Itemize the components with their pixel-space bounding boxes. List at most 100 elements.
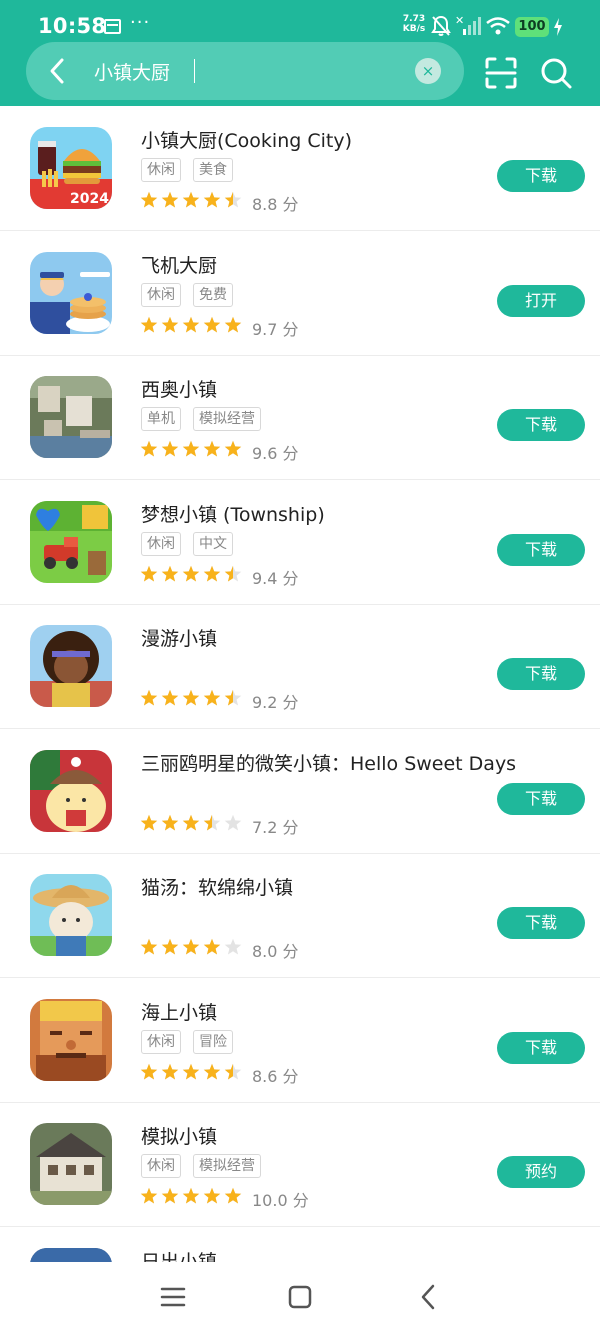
rating-stars xyxy=(140,1063,242,1081)
star-full-icon xyxy=(203,191,221,208)
star-half-icon xyxy=(224,1063,242,1079)
search-input[interactable]: 小镇大厨 xyxy=(94,58,170,85)
star-full-icon xyxy=(140,1063,158,1079)
search-bar[interactable]: 小镇大厨 × xyxy=(26,42,464,100)
star-full-icon xyxy=(161,191,179,208)
rating-score: 8.8 分 xyxy=(252,195,299,214)
star-half-icon xyxy=(224,565,242,581)
rating-score: 9.7 分 xyxy=(252,319,299,339)
rating-score: 9.6 分 xyxy=(252,444,299,463)
reserve-button[interactable]: 预约 xyxy=(497,1156,585,1188)
net-speed-value: 7.73 xyxy=(402,14,426,24)
charging-icon xyxy=(554,18,562,36)
app-tag: 休闲 xyxy=(141,282,181,307)
app-icon[interactable] xyxy=(30,1123,112,1205)
app-result-row[interactable]: 西奥小镇 单机 模拟经营 9.6 分 下载 xyxy=(0,356,600,480)
app-icon[interactable] xyxy=(30,874,112,956)
app-result-row[interactable]: 梦想小镇 (Township) 休闲 中文 9.4 分 下载 xyxy=(0,481,600,605)
rating-stars xyxy=(140,316,242,334)
star-full-icon xyxy=(140,689,158,706)
app-name[interactable]: 飞机大厨 xyxy=(141,251,217,278)
star-full-icon xyxy=(182,1063,200,1079)
app-result-row[interactable]: 三丽鸥明星的微笑小镇：Hello Sweet Days 7.2 分 下载 xyxy=(0,730,600,854)
app-name[interactable]: 猫汤：软绵绵小镇 xyxy=(141,873,293,900)
star-full-icon xyxy=(140,440,158,457)
app-name[interactable]: 海上小镇 xyxy=(141,998,217,1025)
app-result-row[interactable]: 模拟小镇休闲 模拟经营 10.0 分 预约 xyxy=(0,1103,600,1227)
back-icon[interactable] xyxy=(414,1282,444,1312)
download-button[interactable]: 下载 xyxy=(497,533,585,566)
status-time: 10:58 xyxy=(38,14,107,38)
back-arrow-icon[interactable] xyxy=(40,53,76,89)
app-icon[interactable] xyxy=(30,376,112,458)
app-result-row[interactable]: 猫汤：软绵绵小镇 8.0 分 下载 xyxy=(0,854,600,978)
star-full-icon xyxy=(224,1187,242,1204)
app-icon[interactable] xyxy=(30,998,112,1081)
star-full-icon xyxy=(161,316,179,332)
star-full-icon xyxy=(182,814,200,830)
star-full-icon xyxy=(182,440,200,457)
app-tags: 休闲 免费 xyxy=(141,282,233,307)
app-name[interactable]: 三丽鸥明星的微笑小镇：Hello Sweet Days xyxy=(141,749,516,776)
rating-stars xyxy=(140,938,242,956)
star-empty-icon xyxy=(224,938,242,955)
wifi-icon xyxy=(486,17,510,35)
download-button[interactable]: 下载 xyxy=(497,907,585,939)
app-icon[interactable] xyxy=(30,749,112,832)
star-full-icon xyxy=(203,689,221,706)
star-full-icon xyxy=(203,938,221,955)
app-name[interactable]: 模拟小镇 xyxy=(141,1122,217,1149)
app-name[interactable]: 梦想小镇 (Township) xyxy=(141,500,325,527)
rating-score: 10.0 分 xyxy=(252,1191,309,1210)
download-button[interactable]: 下载 xyxy=(497,160,585,192)
star-full-icon xyxy=(161,440,179,457)
net-speed: 7.73 KB/s xyxy=(399,14,429,34)
star-full-icon xyxy=(161,814,179,830)
app-tags: 休闲 美食 xyxy=(141,158,233,182)
app-tags: 休闲 中文 xyxy=(141,531,233,556)
download-button[interactable]: 下载 xyxy=(497,658,585,690)
download-button[interactable]: 下载 xyxy=(497,782,585,815)
app-tag: 休闲 xyxy=(141,1154,181,1178)
app-result-row[interactable]: 漫游小镇 9.2 分 下载 xyxy=(0,605,600,729)
star-full-icon xyxy=(203,565,221,581)
app-result-row[interactable]: 海上小镇 休闲 冒险 8.6 分 下载 xyxy=(0,979,600,1103)
app-icon[interactable] xyxy=(30,251,112,334)
scan-icon[interactable] xyxy=(484,56,518,90)
app-icon[interactable] xyxy=(30,625,112,707)
app-icon[interactable]: 2024 xyxy=(30,127,112,209)
open-button[interactable]: 打开 xyxy=(497,284,585,317)
download-button[interactable]: 下载 xyxy=(497,1031,585,1064)
star-full-icon xyxy=(182,689,200,706)
app-icon[interactable] xyxy=(30,500,112,583)
menu-icon[interactable] xyxy=(158,1282,188,1312)
app-result-row[interactable]: 飞机大厨休闲 免费 9.7 分 打开 xyxy=(0,232,600,356)
home-icon[interactable] xyxy=(285,1282,315,1312)
download-button[interactable]: 下载 xyxy=(497,409,585,441)
star-full-icon xyxy=(161,689,179,706)
star-half-icon xyxy=(224,689,242,706)
more-notifications-icon: ··· xyxy=(130,12,151,33)
app-tags: 休闲 模拟经营 xyxy=(141,1154,261,1178)
app-name[interactable]: 西奥小镇 xyxy=(141,375,217,402)
search-icon[interactable] xyxy=(538,55,574,91)
app-tag: 中文 xyxy=(193,531,233,556)
svg-text:2024: 2024 xyxy=(70,191,109,207)
app-tags: 休闲 冒险 xyxy=(141,1029,233,1054)
star-full-icon xyxy=(161,1063,179,1079)
rating-score: 9.4 分 xyxy=(252,568,299,588)
rating-stars xyxy=(140,191,242,209)
svg-text:✕: ✕ xyxy=(455,14,464,27)
star-full-icon xyxy=(182,191,200,208)
app-tag: 美食 xyxy=(193,158,233,182)
text-cursor xyxy=(194,59,195,83)
rating-stars xyxy=(140,565,242,583)
star-full-icon xyxy=(182,565,200,581)
app-name[interactable]: 小镇大厨(Cooking City) xyxy=(141,126,352,153)
rating-stars xyxy=(140,1187,242,1205)
app-result-row[interactable]: 2024 小镇大厨(Cooking City) 休闲 美食 8.8 分 下载 xyxy=(0,107,600,231)
battery-indicator: 100 xyxy=(515,17,549,37)
clear-search-button[interactable]: × xyxy=(415,58,441,84)
app-name[interactable]: 漫游小镇 xyxy=(141,624,217,651)
star-full-icon xyxy=(203,1187,221,1204)
